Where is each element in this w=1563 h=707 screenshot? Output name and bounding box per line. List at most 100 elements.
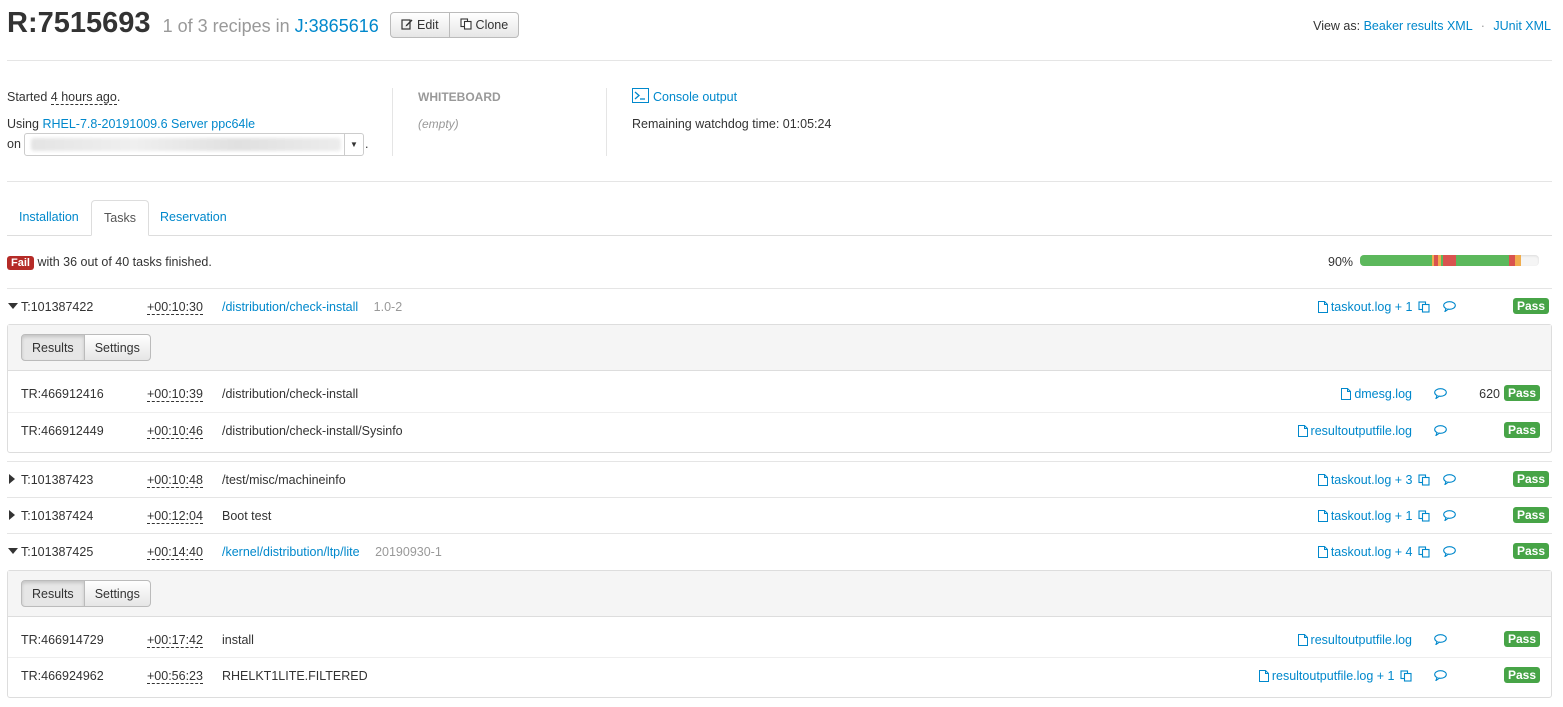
recipe-id: R:7515693	[7, 7, 151, 39]
copy-icon	[459, 17, 472, 33]
results-button[interactable]: Results	[21, 580, 85, 607]
console-output-label[interactable]: Console output	[653, 90, 737, 104]
comment-icon[interactable]	[1434, 670, 1447, 684]
status-badge: Pass	[1512, 471, 1549, 487]
beaker-xml-link[interactable]: Beaker results XML	[1364, 19, 1473, 33]
task-results-panel: Results Settings TR:466914729 +00:17:42 …	[7, 570, 1552, 698]
copy-icon[interactable]	[1418, 546, 1430, 561]
edit-label: Edit	[417, 18, 439, 32]
started-time: 4 hours ago	[50, 90, 117, 105]
using-prefix: Using	[7, 117, 39, 131]
file-icon	[1341, 388, 1352, 403]
task-duration: +00:10:48	[147, 473, 203, 488]
result-row: TR:466914729 +00:17:42 install resultout…	[8, 622, 1551, 658]
result-row: TR:466924962 +00:56:23 RHELKT1LITE.FILTE…	[8, 657, 1551, 694]
comment-icon[interactable]	[1443, 474, 1456, 488]
tab-tasks[interactable]: Tasks	[91, 200, 149, 236]
clone-label: Clone	[475, 18, 509, 32]
status-badge: Pass	[1512, 507, 1549, 523]
recipe-summary: Fail with 36 out of 40 tasks finished.	[7, 255, 212, 270]
log-link[interactable]: resultoutputfile.log	[1311, 633, 1412, 647]
job-link[interactable]: J:3865616	[295, 16, 379, 36]
task-row[interactable]: T:101387424 +00:12:04 Boot test taskout.…	[7, 497, 1552, 534]
progress-percent: 90%	[1328, 255, 1354, 269]
result-name: /distribution/check-install/Sysinfo	[222, 424, 403, 438]
tab-reservation[interactable]: Reservation	[148, 200, 239, 235]
watchdog-time: Remaining watchdog time: 01:05:24	[632, 117, 832, 131]
file-icon	[1317, 510, 1328, 525]
caret-down-icon[interactable]	[8, 548, 18, 554]
file-icon	[1297, 634, 1308, 649]
clone-button[interactable]: Clone	[449, 12, 520, 38]
task-id: T:101387425	[21, 545, 94, 559]
on-suffix: .	[365, 137, 369, 151]
result-name: /distribution/check-install	[222, 387, 359, 401]
comment-icon[interactable]	[1443, 546, 1456, 560]
log-link[interactable]: taskout.log	[1331, 509, 1391, 523]
more-logs-link[interactable]: + 3	[1395, 473, 1413, 487]
separator: ·	[1480, 19, 1485, 33]
edit-button[interactable]: Edit	[390, 12, 450, 38]
distro-link[interactable]: RHEL-7.8-20191009.6 Server ppc64le	[42, 117, 255, 131]
settings-button[interactable]: Settings	[84, 334, 151, 361]
task-row[interactable]: T:101387425 +00:14:40 /kernel/distributi…	[7, 533, 1552, 570]
recipe-tabs: Installation Tasks Reservation	[7, 200, 1552, 236]
comment-icon[interactable]	[1443, 510, 1456, 524]
result-duration: +00:10:46	[147, 424, 203, 439]
result-row: TR:466912449 +00:10:46 /distribution/che…	[8, 412, 1551, 449]
task-duration: +00:10:30	[147, 300, 203, 315]
console-output-link[interactable]: Console output	[632, 88, 737, 106]
log-link[interactable]: taskout.log	[1331, 473, 1391, 487]
more-logs-link[interactable]: + 1	[1395, 509, 1413, 523]
log-link[interactable]: resultoutputfile.log	[1311, 424, 1412, 438]
divider	[7, 181, 1552, 182]
comment-icon[interactable]	[1443, 301, 1456, 315]
recipe-position: 1 of 3 recipes in	[162, 16, 290, 36]
comment-icon[interactable]	[1434, 425, 1447, 439]
progress-bar	[1360, 255, 1539, 266]
copy-icon[interactable]	[1400, 670, 1412, 685]
more-logs-link[interactable]: + 1	[1377, 669, 1395, 683]
tab-installation[interactable]: Installation	[7, 200, 91, 235]
result-name: install	[222, 633, 254, 647]
copy-icon[interactable]	[1418, 301, 1430, 316]
results-button[interactable]: Results	[21, 334, 85, 361]
chevron-down-icon[interactable]: ▼	[344, 134, 363, 155]
more-logs-link[interactable]: + 4	[1395, 545, 1413, 559]
result-name: RHELKT1LITE.FILTERED	[222, 669, 368, 683]
column-divider	[392, 88, 393, 156]
result-duration: +00:56:23	[147, 669, 203, 684]
task-row[interactable]: T:101387423 +00:10:48 /test/misc/machine…	[7, 461, 1552, 498]
task-name: Boot test	[222, 509, 272, 523]
caret-down-icon[interactable]	[8, 303, 18, 309]
caret-right-icon[interactable]	[9, 510, 15, 520]
started-prefix: Started	[7, 90, 48, 104]
task-duration: +00:12:04	[147, 509, 203, 524]
view-as: View as: Beaker results XML · JUnit XML	[1313, 19, 1551, 33]
panel-header: Results Settings	[8, 571, 1551, 617]
distro-info: Using RHEL-7.8-20191009.6 Server ppc64le	[7, 117, 255, 131]
comment-icon[interactable]	[1434, 388, 1447, 402]
view-as-label: View as:	[1313, 19, 1361, 33]
comment-icon[interactable]	[1434, 634, 1447, 648]
file-icon	[1258, 670, 1269, 685]
log-link[interactable]: dmesg.log	[1354, 387, 1412, 401]
system-select[interactable]: ▼	[24, 133, 364, 156]
more-logs-link[interactable]: + 1	[1395, 300, 1413, 314]
copy-icon[interactable]	[1418, 510, 1430, 525]
log-link[interactable]: taskout.log	[1331, 545, 1391, 559]
result-id: TR:466924962	[21, 669, 104, 683]
task-id: T:101387424	[21, 509, 94, 523]
copy-icon[interactable]	[1418, 474, 1430, 489]
junit-xml-link[interactable]: JUnit XML	[1493, 19, 1551, 33]
task-name-link[interactable]: /distribution/check-install	[222, 300, 358, 314]
log-link[interactable]: resultoutputfile.log	[1272, 669, 1373, 683]
settings-button[interactable]: Settings	[84, 580, 151, 607]
caret-right-icon[interactable]	[9, 474, 15, 484]
task-version: 1.0-2	[373, 300, 403, 314]
task-name-link[interactable]: /kernel/distribution/ltp/lite	[222, 545, 360, 559]
log-link[interactable]: taskout.log	[1331, 300, 1391, 314]
task-row[interactable]: T:101387422 +00:10:30 /distribution/chec…	[7, 288, 1552, 325]
status-badge: Pass	[1503, 385, 1540, 401]
result-id: TR:466912449	[21, 424, 104, 438]
